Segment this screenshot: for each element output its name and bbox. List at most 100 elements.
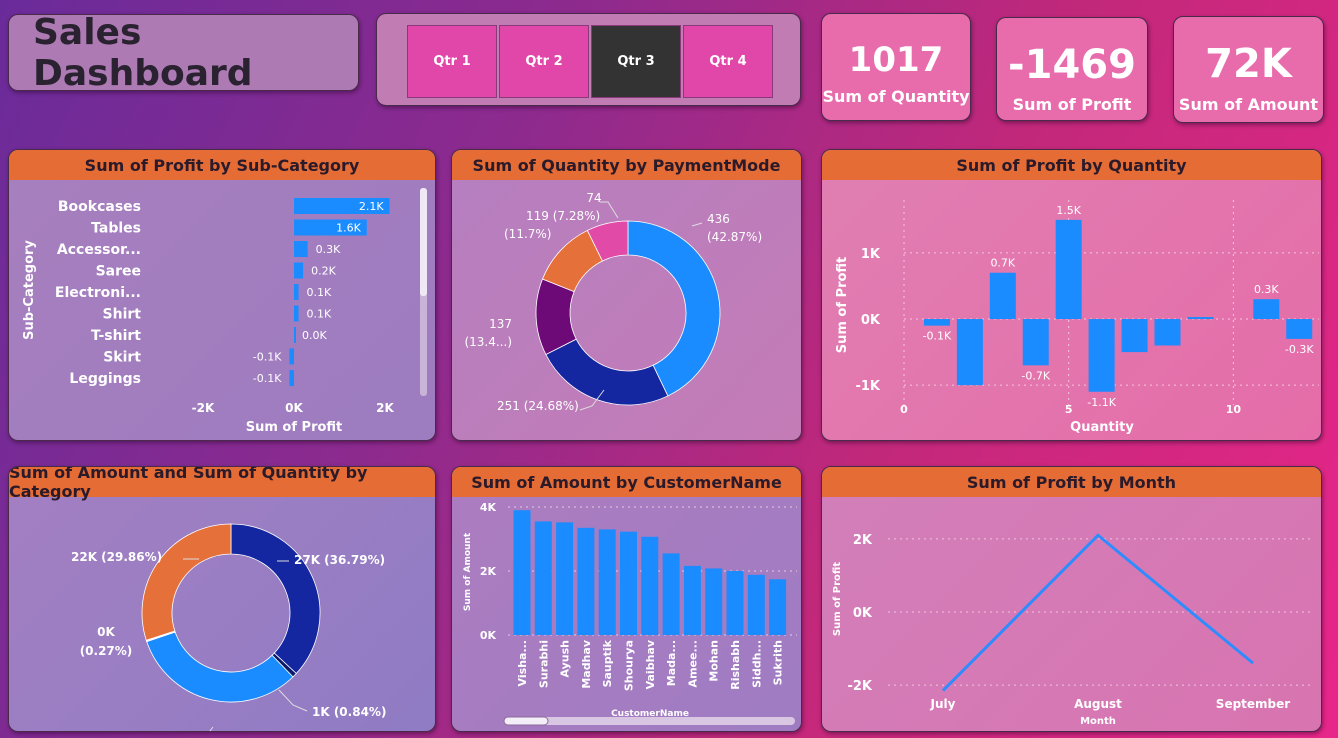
y-axis-label: Sum of Profit: [832, 562, 843, 636]
x-axis-label: CustomerName: [611, 709, 689, 719]
y-tick-label: 0K: [861, 313, 881, 328]
category-label: Shirt: [103, 307, 142, 323]
bar: [289, 348, 294, 365]
data-label: 1.6K: [336, 222, 361, 235]
x-tick-label: 0K: [285, 401, 303, 415]
x-tick-label: Sauptik: [601, 639, 614, 687]
slice-label: 436: [707, 212, 730, 226]
x-tick-label: Sukrith: [772, 640, 785, 685]
x-tick-label: Siddh...: [750, 640, 763, 688]
slice-label: 0K: [97, 625, 115, 639]
x-tick-label: -2K: [192, 401, 215, 415]
y-tick-label: -1K: [855, 379, 880, 394]
slicer-qtr-3[interactable]: Qtr 3: [591, 25, 681, 98]
y-axis-label: Sub-Category: [22, 240, 37, 340]
data-label: -0.3K: [1285, 343, 1314, 356]
bar: [1088, 319, 1115, 392]
x-tick-label: Mada...: [665, 640, 678, 686]
kpi-amount-label: Sum of Amount: [1178, 95, 1319, 114]
x-tick-label: July: [930, 697, 956, 711]
profit-by-quantity-panel: Sum of Profit by Quantity 1K 0K -1K 0 5 10 -0.…: [821, 149, 1322, 441]
x-tick-label: Vaibhav: [644, 639, 657, 689]
bar: [289, 370, 294, 386]
x-tick-label: Amee...: [686, 640, 699, 687]
x-tick-label: August: [1074, 697, 1122, 711]
data-label: 0.1K: [307, 308, 332, 321]
category-label: Saree: [96, 264, 141, 280]
x-tick-label: 2K: [376, 401, 394, 415]
scrollbar-thumb[interactable]: [420, 188, 427, 296]
category-label: Accessor...: [57, 242, 141, 258]
data-label: -0.1K: [253, 351, 282, 364]
leader-line: [600, 201, 619, 219]
kpi-quantity-value: 1017: [848, 40, 944, 80]
bar: [705, 568, 723, 635]
series-line: [941, 533, 1254, 692]
category-label: T-shirt: [91, 328, 141, 344]
profit-by-month-chart: 2K 0K -2K July August September Month Sum of Pr…: [832, 533, 1310, 727]
kpi-profit-label: Sum of Profit: [1012, 95, 1132, 114]
bar: [1121, 319, 1148, 353]
panel-title: Sum of Profit by Quantity: [822, 150, 1321, 180]
profit-by-quantity-chart: 1K 0K -1K 0 5 10 -0.1K 0.7K -0.7K 1.5K -1.1K 0.3K -0…: [835, 200, 1319, 435]
leader-line: [209, 726, 214, 731]
slicer-qtr-4[interactable]: Qtr 4: [683, 25, 773, 98]
donut-slice: [146, 631, 294, 703]
kpi-amount-value: 72K: [1205, 41, 1292, 87]
data-label: -0.1K: [253, 372, 282, 385]
bar: [620, 531, 637, 635]
y-tick-label: 2K: [853, 533, 873, 548]
slicer-qtr-1[interactable]: Qtr 1: [407, 25, 497, 98]
data-label: 0.3K: [316, 243, 341, 256]
bar: [726, 571, 744, 635]
x-tick-label: Shourya: [623, 640, 636, 691]
x-tick-label: 0: [900, 403, 908, 416]
slice-label: 251 (24.68%): [497, 399, 579, 413]
x-tick-label: Mohan: [708, 640, 721, 682]
y-tick-label: -2K: [847, 679, 872, 694]
kpi-profit-value: -1469: [1008, 42, 1136, 88]
leader-line: [691, 222, 703, 227]
category-label: Leggings: [69, 371, 141, 387]
bar: [1055, 219, 1082, 320]
y-tick-label: 0K: [480, 629, 497, 642]
x-tick-label: Visha...: [516, 640, 529, 686]
bar: [294, 262, 304, 279]
slice-label: (42.87%): [707, 230, 762, 244]
slice-label: 74: [586, 191, 601, 205]
data-label: 2.1K: [359, 200, 384, 213]
horizontal-scrollbar-thumb[interactable]: [503, 716, 549, 726]
kpi-profit-card: -1469 Sum of Profit: [996, 17, 1148, 121]
data-label: 0.0K: [302, 329, 327, 342]
slice-label: (11.7%): [504, 227, 551, 241]
x-tick-label: 5: [1065, 403, 1073, 416]
bar: [577, 527, 595, 635]
bar: [683, 565, 701, 635]
bar: [747, 574, 765, 635]
y-tick-label: 2K: [480, 565, 497, 578]
quarter-slicer: Qtr 1 Qtr 2 Qtr 3 Qtr 4: [376, 13, 801, 106]
panel-title: Sum of Profit by Sub-Category: [9, 150, 435, 180]
bar: [534, 521, 552, 635]
profit-by-subcategory-chart: Bookcases 2.1K Tables 1.6K Accessor... 0.3K Sa…: [22, 188, 427, 435]
slicer-qtr-2[interactable]: Qtr 2: [499, 25, 589, 98]
slice-label: 27K (36.79%): [294, 553, 385, 567]
data-label: -0.1K: [923, 330, 952, 343]
bar: [1286, 319, 1313, 339]
data-label: 1.5K: [1056, 204, 1081, 217]
slice-label: (0.27%): [80, 644, 133, 658]
y-tick-label: 4K: [480, 501, 497, 514]
bar: [1187, 317, 1214, 320]
data-label: 0.7K: [990, 257, 1015, 270]
data-label: 0.3K: [1254, 283, 1279, 296]
data-label: 0.1K: [307, 286, 332, 299]
bar: [923, 319, 950, 326]
slice-label: 137: [489, 317, 512, 331]
bar: [598, 529, 616, 635]
amount-quantity-by-category-panel: Sum of Amount and Sum of Quantity by Cat…: [8, 466, 436, 732]
amount-by-customer-chart: 4K 2K 0K Visha... Surabhi Ayush Madhav Sauptik S…: [463, 501, 797, 726]
amount-quantity-by-category-chart: 27K (36.79%)1K (0.84%)23K (31.95%)0K(0.2…: [71, 523, 386, 731]
x-tick-label: Surabhi: [537, 640, 550, 688]
category-label: Skirt: [103, 350, 141, 366]
title-card: Sales Dashboard: [8, 12, 359, 94]
